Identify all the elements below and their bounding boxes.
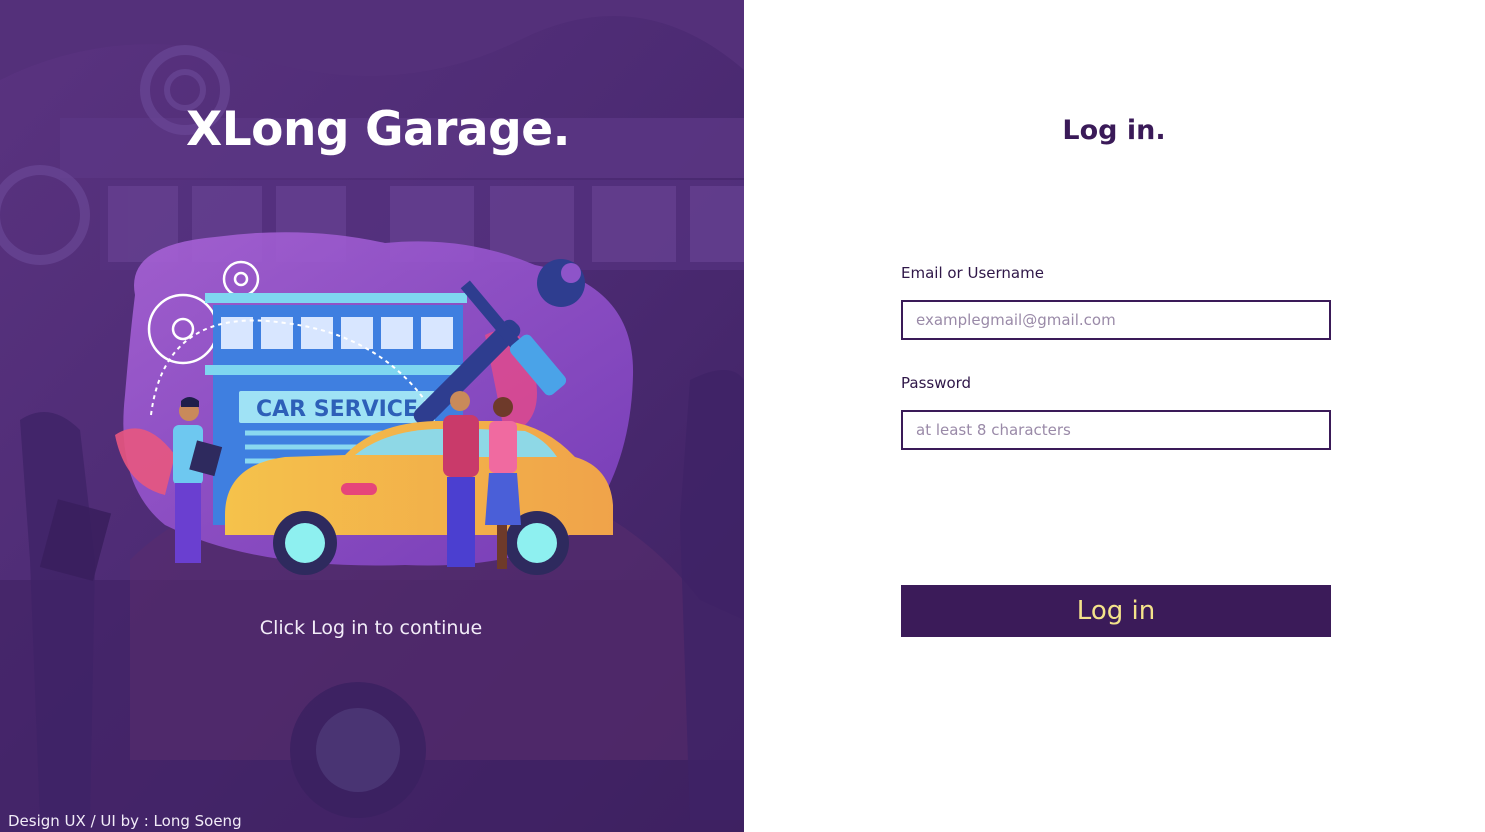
brand-title: XLong Garage. bbox=[186, 102, 571, 157]
password-label: Password bbox=[901, 374, 972, 392]
design-credit: Design UX / UI by : Long Soeng bbox=[8, 812, 242, 830]
login-panel: Log in. Email or Username Password Log i… bbox=[744, 0, 1485, 832]
login-title: Log in. bbox=[1062, 115, 1166, 146]
email-input[interactable] bbox=[901, 300, 1331, 340]
hero-panel: XLong Garage. CAR SERVICE Click Log in t… bbox=[0, 0, 744, 832]
email-label: Email or Username bbox=[901, 264, 1044, 282]
continue-hint: Click Log in to continue bbox=[259, 617, 483, 639]
car-service-illustration: CAR SERVICE bbox=[115, 232, 634, 575]
login-button[interactable]: Log in bbox=[901, 585, 1331, 637]
password-input[interactable] bbox=[901, 410, 1331, 450]
car-service-sign: CAR SERVICE bbox=[256, 397, 418, 422]
